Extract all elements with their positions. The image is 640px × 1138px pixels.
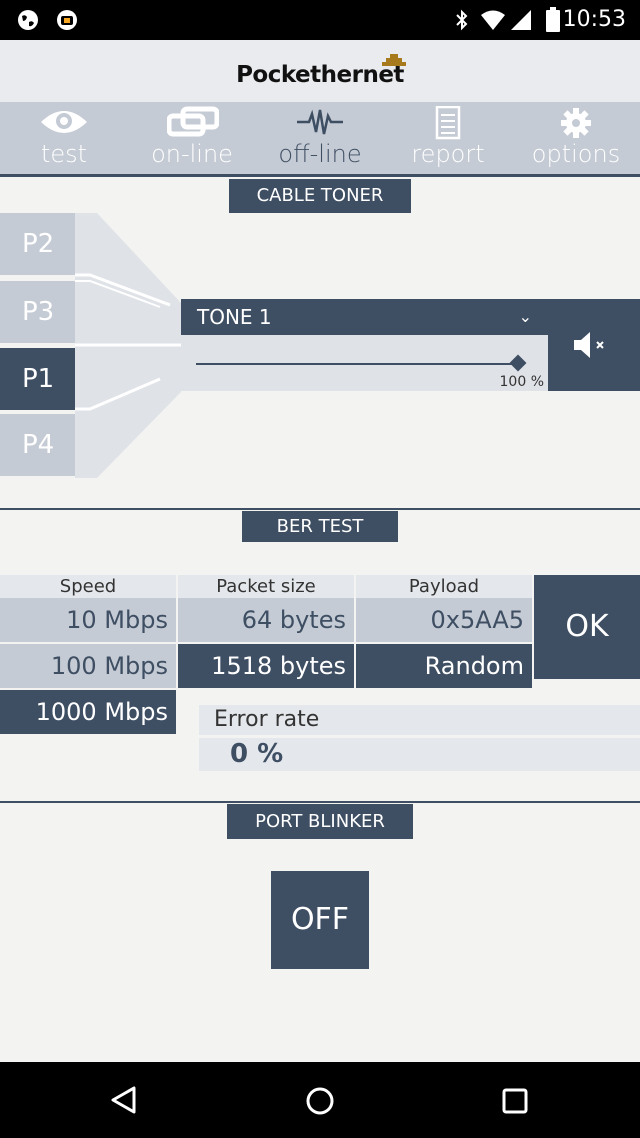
tab-test[interactable]: test (0, 102, 128, 174)
tab-off-line[interactable]: off-line (256, 102, 384, 174)
tab-bar: test on-line off-line report options (0, 102, 640, 177)
chevron-down-icon: ⌄ (518, 307, 532, 326)
port-p2-button[interactable]: P2 (0, 213, 75, 275)
speed-option-1000[interactable]: 1000 Mbps (0, 690, 176, 734)
speaker-mute-icon (574, 332, 604, 358)
globe-icon (18, 10, 38, 30)
tone-select-value: TONE 1 (197, 305, 272, 329)
system-nav-bar (0, 1062, 640, 1138)
speed-option-100[interactable]: 100 Mbps (0, 644, 176, 688)
home-icon[interactable] (305, 1086, 335, 1116)
speed-header: Speed (0, 575, 176, 598)
speed-option-10[interactable]: 10 Mbps (0, 598, 176, 642)
ok-button[interactable]: OK (534, 575, 640, 679)
port-p3-button[interactable]: P3 (0, 281, 75, 343)
port-p1-button[interactable]: P1 (0, 348, 75, 410)
gear-icon (561, 108, 591, 138)
tab-on-line-label: on-line (151, 140, 233, 168)
mute-button[interactable] (548, 299, 640, 391)
tone-select[interactable]: TONE 1 ⌄ (181, 299, 548, 335)
port-blinker-title: PORT BLINKER (227, 804, 413, 839)
tab-report-label: report (411, 140, 485, 168)
ber-test-title: BER TEST (242, 511, 398, 542)
section-divider (0, 508, 640, 510)
tab-options[interactable]: options (512, 102, 640, 174)
packet-size-header: Packet size (178, 575, 354, 598)
payload-option-0x5aa5[interactable]: 0x5AA5 (356, 598, 532, 642)
error-rate-value: 0 % (230, 739, 284, 769)
error-rate-label: Error rate (214, 707, 320, 732)
payload-option-random[interactable]: Random (356, 644, 532, 688)
waveform-icon (297, 109, 343, 135)
port-blinker-toggle-button[interactable]: OFF (271, 871, 369, 969)
volume-slider-track[interactable] (196, 363, 518, 365)
bluetooth-icon (456, 9, 468, 31)
tab-on-line[interactable]: on-line (128, 102, 256, 174)
app-icon (57, 10, 77, 30)
tab-options-label: options (531, 140, 621, 168)
packet-size-option-64[interactable]: 64 bytes (178, 598, 354, 642)
recents-icon[interactable] (502, 1088, 528, 1114)
port-p4-button[interactable]: P4 (0, 414, 75, 476)
logo-mark-icon (382, 54, 406, 66)
tab-report[interactable]: report (384, 102, 512, 174)
signal-icon (511, 10, 531, 30)
back-icon[interactable] (110, 1086, 138, 1114)
clock: 10:53 (562, 7, 626, 32)
document-icon (435, 106, 461, 140)
status-bar: 10:53 (0, 0, 640, 40)
eye-icon (41, 111, 87, 133)
tab-off-line-label: off-line (278, 140, 362, 168)
battery-icon (546, 7, 560, 32)
app-logo: Pockethernet (236, 62, 404, 88)
wifi-icon (481, 10, 505, 30)
app-header: Pockethernet (0, 40, 640, 102)
volume-percent: 100 % (499, 374, 544, 390)
cable-toner-title: CABLE TONER (229, 179, 411, 213)
section-divider (0, 801, 640, 803)
packet-size-option-1518[interactable]: 1518 bytes (178, 644, 354, 688)
payload-header: Payload (356, 575, 532, 598)
tab-test-label: test (40, 140, 88, 168)
link-icon (167, 106, 219, 137)
